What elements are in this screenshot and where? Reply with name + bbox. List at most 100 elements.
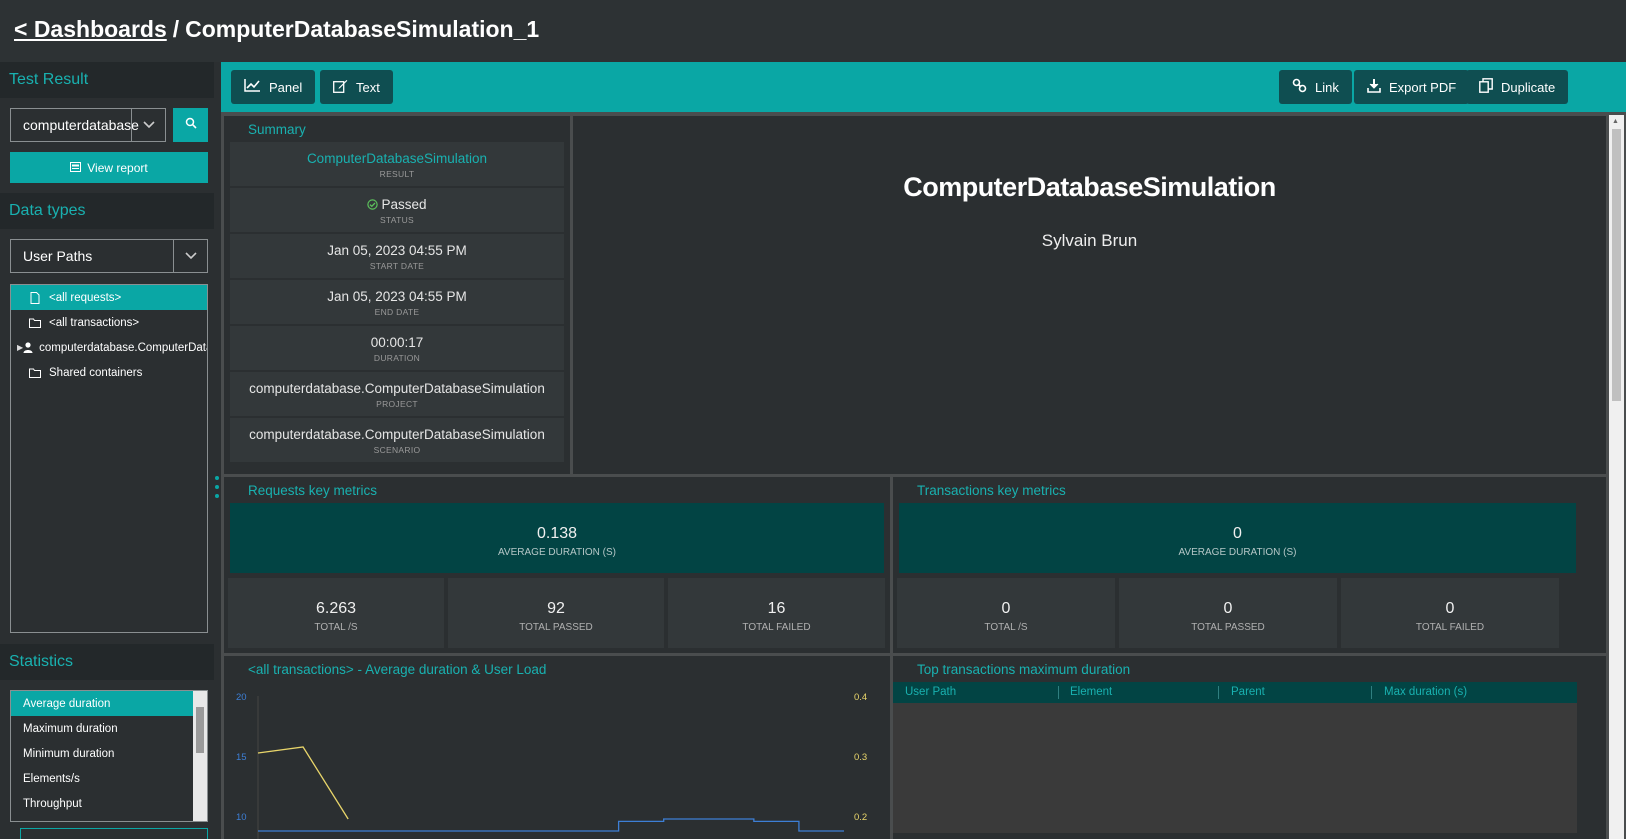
metric-value: 6.263 bbox=[315, 600, 357, 617]
transactions-key-metrics-panel[interactable]: Transactions key metrics 0 AVERAGE DURAT… bbox=[893, 477, 1606, 653]
summary-label: STATUS bbox=[379, 215, 415, 225]
stat-average-duration[interactable]: Average duration bbox=[11, 691, 193, 716]
dashboards-back-link[interactable]: < Dashboards bbox=[14, 16, 167, 42]
summary-scenario: computerdatabase.ComputerDatabaseSimulat… bbox=[230, 418, 564, 462]
summary-value: Jan 05, 2023 04:55 PM bbox=[327, 243, 467, 258]
report-icon bbox=[70, 161, 82, 175]
search-icon bbox=[185, 116, 197, 134]
summary-panel[interactable]: Summary ComputerDatabaseSimulation RESUL… bbox=[224, 116, 570, 474]
top-transactions-panel[interactable]: Top transactions maximum duration User P… bbox=[893, 656, 1606, 839]
data-type-combo[interactable]: User Paths bbox=[10, 239, 208, 273]
transactions-total-failed: 0 TOTAL FAILED bbox=[1341, 578, 1559, 648]
requests-total-passed: 92 TOTAL PASSED bbox=[448, 578, 664, 648]
text-panel[interactable]: ComputerDatabaseSimulation Sylvain Brun bbox=[573, 116, 1606, 474]
statistics-extra-control[interactable] bbox=[20, 828, 208, 839]
duplicate-label: Duplicate bbox=[1501, 79, 1556, 95]
stat-maximum-duration[interactable]: Maximum duration bbox=[11, 716, 193, 741]
column-parent[interactable]: Parent bbox=[1231, 686, 1265, 698]
test-result-combo[interactable]: computerdatabase bbox=[10, 108, 166, 142]
text-label: Text bbox=[356, 79, 380, 95]
metric-value: 92 bbox=[547, 600, 565, 617]
table-header: User Path Element Parent Max duration (s… bbox=[893, 682, 1577, 703]
tree-item-label: Shared containers bbox=[49, 366, 143, 379]
summary-value: computerdatabase.ComputerDatabaseSimulat… bbox=[249, 427, 545, 442]
scroll-up-icon[interactable]: ▲ bbox=[1612, 118, 1619, 125]
link-button[interactable]: Link bbox=[1279, 70, 1352, 104]
text-panel-title: ComputerDatabaseSimulation bbox=[903, 172, 1276, 202]
sidebar-resize-handle[interactable] bbox=[214, 476, 219, 498]
stat-minimum-duration[interactable]: Minimum duration bbox=[11, 741, 193, 766]
duplicate-button[interactable]: Duplicate bbox=[1466, 70, 1569, 104]
stat-throughput[interactable]: Throughput bbox=[11, 791, 193, 816]
chart-series-line-1 bbox=[257, 746, 349, 820]
stat-elements-per-second[interactable]: Elements/s bbox=[11, 766, 193, 791]
summary-end-date: Jan 05, 2023 04:55 PM END DATE bbox=[230, 280, 564, 324]
summary-project: computerdatabase.ComputerDatabaseSimulat… bbox=[230, 372, 564, 416]
copy-icon bbox=[1479, 78, 1493, 96]
tree-item-label: <all requests> bbox=[49, 291, 122, 304]
link-label: Link bbox=[1315, 79, 1339, 95]
summary-value: computerdatabase.ComputerDatabaseSimulat… bbox=[249, 381, 545, 396]
panel-title: Transactions key metrics bbox=[917, 483, 1066, 498]
tree-item-computerdatabase[interactable]: ▶ computerdatabase.ComputerDatabaseSimul… bbox=[11, 335, 207, 360]
user-icon bbox=[23, 342, 33, 353]
table-body bbox=[893, 703, 1577, 833]
transactions-average-duration: 0 AVERAGE DURATION (S) bbox=[899, 503, 1576, 573]
folder-icon bbox=[27, 318, 43, 328]
breadcrumb: < Dashboards / ComputerDatabaseSimulation_… bbox=[14, 16, 539, 43]
check-circle-icon bbox=[367, 198, 379, 213]
metric-label: TOTAL /S bbox=[314, 622, 358, 633]
panel-title: Top transactions maximum duration bbox=[917, 662, 1131, 677]
tree-item-all-transactions[interactable]: <all transactions> bbox=[11, 310, 207, 335]
export-pdf-label: Export PDF bbox=[1389, 79, 1457, 95]
metric-label: AVERAGE DURATION (S) bbox=[1178, 547, 1297, 558]
tree-item-all-requests[interactable]: <all requests> bbox=[11, 285, 207, 310]
column-user-path[interactable]: User Path bbox=[905, 686, 956, 698]
metric-label: AVERAGE DURATION (S) bbox=[498, 547, 616, 558]
metric-value: 0 bbox=[1223, 600, 1233, 617]
metric-value: 0 bbox=[1233, 525, 1242, 542]
breadcrumb-separator: / bbox=[172, 16, 180, 42]
add-text-button[interactable]: Text bbox=[320, 70, 393, 104]
add-panel-button[interactable]: Panel bbox=[231, 70, 316, 104]
requests-key-metrics-panel[interactable]: Requests key metrics 0.138 AVERAGE DURAT… bbox=[224, 477, 890, 653]
data-types-heading: Data types bbox=[0, 193, 214, 229]
scrollbar-thumb[interactable] bbox=[1612, 129, 1621, 401]
summary-label: END DATE bbox=[374, 307, 420, 317]
panel-title: Requests key metrics bbox=[248, 483, 378, 498]
requests-total-per-second: 6.263 TOTAL /S bbox=[228, 578, 444, 648]
metric-value: 0.138 bbox=[536, 525, 578, 542]
search-button[interactable] bbox=[173, 108, 208, 142]
line-chart-icon bbox=[244, 79, 261, 95]
summary-value: Jan 05, 2023 04:55 PM bbox=[327, 289, 467, 304]
column-max-duration[interactable]: Max duration (s) bbox=[1384, 686, 1467, 698]
tree-item-shared-containers[interactable]: Shared containers bbox=[11, 360, 207, 385]
column-element[interactable]: Element bbox=[1070, 686, 1112, 698]
export-pdf-button[interactable]: Export PDF bbox=[1354, 70, 1470, 104]
statistics-scrollbar[interactable] bbox=[193, 691, 207, 821]
summary-label: DURATION bbox=[373, 353, 421, 363]
download-icon bbox=[1367, 78, 1381, 96]
summary-label: RESULT bbox=[379, 169, 415, 179]
chart-plot bbox=[257, 696, 844, 839]
data-type-value: User Paths bbox=[23, 248, 93, 264]
average-duration-chart-panel[interactable]: <all transactions> - Average duration & … bbox=[224, 656, 890, 839]
metric-label: TOTAL FAILED bbox=[742, 622, 811, 633]
metric-value: 16 bbox=[767, 600, 786, 617]
tree-item-label: <all transactions> bbox=[49, 316, 140, 329]
summary-label: START DATE bbox=[369, 261, 425, 271]
chevron-down-icon[interactable] bbox=[131, 109, 165, 141]
file-icon bbox=[27, 291, 43, 304]
view-report-button[interactable]: View report bbox=[10, 152, 208, 183]
chevron-down-icon[interactable] bbox=[173, 240, 207, 272]
dashboard-toolbar: Panel Text Link Export PDF Duplicate bbox=[221, 62, 1626, 112]
scrollbar-thumb[interactable] bbox=[196, 707, 204, 753]
summary-value: ComputerDatabaseSimulation bbox=[306, 151, 488, 166]
test-result-value: computerdatabase bbox=[23, 117, 139, 133]
summary-value: Passed bbox=[381, 197, 427, 212]
page-scrollbar[interactable]: ▲ bbox=[1609, 115, 1624, 839]
statistics-heading: Statistics bbox=[0, 644, 214, 680]
metric-label: TOTAL /S bbox=[984, 622, 1028, 633]
summary-label: PROJECT bbox=[376, 399, 418, 409]
top-bar: < Dashboards / ComputerDatabaseSimulation_… bbox=[0, 0, 1626, 62]
